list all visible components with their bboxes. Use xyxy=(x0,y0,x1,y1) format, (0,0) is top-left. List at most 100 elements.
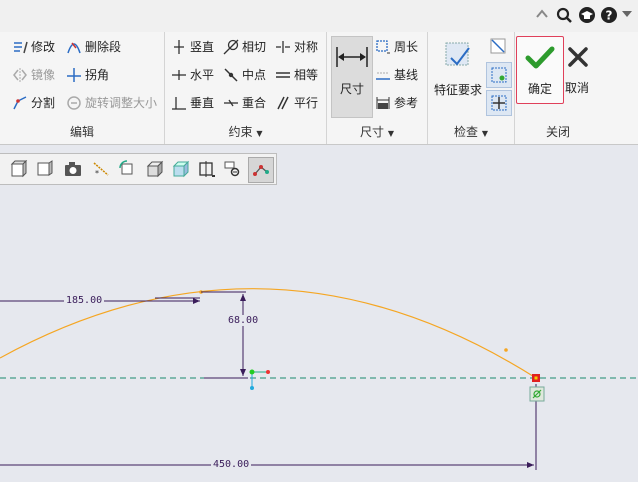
view-cube-icon[interactable] xyxy=(10,160,28,178)
equal-constraint-button[interactable]: 相等 xyxy=(275,66,318,83)
horizontal-icon xyxy=(172,69,186,80)
vertical-constraint-button[interactable]: 竖直 xyxy=(171,38,214,55)
cancel-button[interactable]: 取消 xyxy=(563,36,591,102)
parallel-constraint-button[interactable]: 平行 xyxy=(275,94,318,111)
horizontal-label: 水平 xyxy=(190,68,215,82)
divide-icon xyxy=(13,95,27,109)
datum-display-icon[interactable]: * xyxy=(92,160,110,178)
collapse-up-icon[interactable] xyxy=(536,9,548,19)
perimeter-button[interactable]: 周长 xyxy=(375,38,418,55)
tangent-label: 相切 xyxy=(242,40,267,54)
symmetric-constraint-button[interactable]: 对称 xyxy=(275,38,318,55)
svg-text:?: ? xyxy=(606,9,613,23)
group-edit: 修改 删除段 镜像 拐角 分割 旋转调整大小 编辑 xyxy=(0,32,165,144)
dropdown-arrow-icon: ▼ xyxy=(481,129,488,138)
svg-text:*: * xyxy=(95,169,99,178)
rotate-resize-label: 旋转调整大小 xyxy=(85,96,158,110)
corner-label: 拐角 xyxy=(85,68,110,82)
perpendicular-label: 垂直 xyxy=(190,96,215,110)
baseline-label: 基线 xyxy=(394,68,419,82)
dim-arrow xyxy=(193,298,200,304)
group-inspect: 特征要求 检查 ▼ xyxy=(428,32,515,144)
overlap-icon xyxy=(490,38,506,54)
display-style-icon[interactable] xyxy=(172,160,190,178)
saved-orientations-icon[interactable] xyxy=(36,160,54,178)
delete-segment-label: 删除段 xyxy=(85,40,122,54)
group-inspect-label[interactable]: 检查 ▼ xyxy=(428,123,514,140)
tangent-constraint-button[interactable]: 相切 xyxy=(223,38,266,55)
ribbon: 修改 删除段 镜像 拐角 分割 旋转调整大小 编辑 竖直 相切 对称 水平 中点… xyxy=(0,32,638,145)
dropdown-arrow-icon: ▼ xyxy=(256,129,263,138)
modify-label: 修改 xyxy=(31,40,56,54)
cancel-label: 取消 xyxy=(564,81,589,95)
equal-label: 相等 xyxy=(294,68,319,82)
dimension-68[interactable]: 68.00 xyxy=(226,315,261,326)
sketch-canvas[interactable] xyxy=(0,184,638,482)
perpendicular-icon xyxy=(172,96,186,110)
shading-icon[interactable] xyxy=(146,160,164,178)
camera-icon[interactable] xyxy=(64,160,82,178)
reference-icon xyxy=(376,96,390,109)
reference-button[interactable]: 参考 xyxy=(375,94,418,111)
inspect-tool-1[interactable] xyxy=(488,36,508,56)
inspect-tool-2[interactable] xyxy=(486,62,512,88)
dimension-185[interactable]: 185.00 xyxy=(64,295,105,306)
reference-label: 参考 xyxy=(394,96,419,110)
perimeter-icon xyxy=(376,39,390,53)
baseline-button[interactable]: 基线 xyxy=(375,66,418,83)
mirror-button[interactable]: 镜像 xyxy=(12,66,55,83)
dimension-label: 尺寸 xyxy=(339,82,364,96)
help-icon[interactable]: ? xyxy=(600,6,618,24)
dimension-icon xyxy=(336,47,368,67)
midpoint-icon xyxy=(224,67,238,82)
symmetric-icon xyxy=(276,40,290,53)
modify-button[interactable]: 修改 xyxy=(12,38,55,55)
midpoint-label: 中点 xyxy=(242,68,267,82)
coincident-constraint-button[interactable]: 重合 xyxy=(223,94,266,111)
graphics-toolbar: * xyxy=(0,153,277,185)
mirror-label: 镜像 xyxy=(31,68,56,82)
divide-label: 分割 xyxy=(31,96,56,110)
rotate-resize-button[interactable]: 旋转调整大小 xyxy=(66,94,157,111)
spin-center-icon[interactable] xyxy=(118,160,136,178)
cap-icon[interactable] xyxy=(578,6,596,24)
dim-arrow xyxy=(240,369,246,376)
mirror-icon xyxy=(13,67,27,82)
group-close: 确定 取消 关闭 xyxy=(515,32,601,144)
coincident-label: 重合 xyxy=(242,96,267,110)
group-constrain-label[interactable]: 约束 ▼ xyxy=(165,123,326,140)
corner-button[interactable]: 拐角 xyxy=(66,66,109,83)
modify-icon xyxy=(14,41,28,53)
divide-button[interactable]: 分割 xyxy=(12,94,55,111)
feature-requirements-button[interactable]: 特征要求 xyxy=(430,36,486,98)
parallel-icon xyxy=(277,96,289,109)
ok-button[interactable]: 确定 xyxy=(516,36,564,104)
sketch-points-toggle[interactable] xyxy=(248,157,274,183)
corner-icon xyxy=(67,67,81,82)
chevron-down-icon[interactable] xyxy=(622,11,632,19)
perimeter-label: 周长 xyxy=(394,40,419,54)
origin-y-end xyxy=(250,386,254,390)
feature-requirements-icon xyxy=(445,42,470,66)
horizontal-constraint-button[interactable]: 水平 xyxy=(171,66,214,83)
dimension-button[interactable]: 尺寸 xyxy=(331,36,373,118)
search-icon[interactable] xyxy=(556,7,572,23)
vertical-icon xyxy=(174,39,184,54)
origin-x-end xyxy=(266,370,270,374)
sketch-view-icon[interactable] xyxy=(198,160,216,178)
inspect-tool-3[interactable] xyxy=(486,90,512,116)
coincident-icon xyxy=(224,99,238,106)
title-bar: ? xyxy=(0,0,638,32)
origin-point[interactable] xyxy=(249,369,255,375)
midpoint-constraint-button[interactable]: 中点 xyxy=(223,66,266,83)
equal-icon xyxy=(276,71,290,78)
close-icon xyxy=(568,47,588,67)
delete-segment-icon xyxy=(67,42,81,53)
perpendicular-constraint-button[interactable]: 垂直 xyxy=(171,94,214,111)
group-edit-label: 编辑 xyxy=(69,125,94,139)
delete-segment-button[interactable]: 删除段 xyxy=(66,38,121,55)
group-dimension-label[interactable]: 尺寸 ▼ xyxy=(327,123,427,140)
dimension-450[interactable]: 450.00 xyxy=(211,459,252,470)
sketcher-display-icon[interactable] xyxy=(224,160,242,178)
group-constrain: 竖直 相切 对称 水平 中点 相等 垂直 重合 平行 约束 ▼ xyxy=(165,32,327,144)
